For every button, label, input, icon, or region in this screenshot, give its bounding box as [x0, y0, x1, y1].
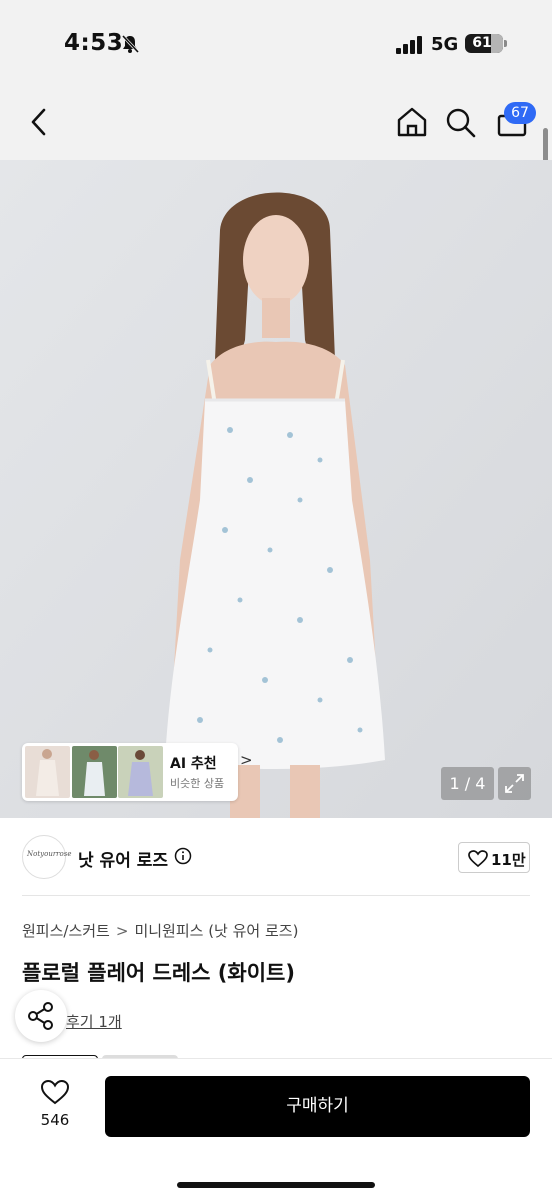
- signal-icon: [396, 36, 422, 54]
- share-icon: [28, 1002, 53, 1030]
- back-button[interactable]: [22, 102, 58, 142]
- heart-icon: [468, 850, 488, 868]
- ai-recommend-card[interactable]: AI 추천 > 비슷한 상품: [22, 743, 253, 801]
- seller-logo[interactable]: Notyourrose: [22, 835, 72, 879]
- share-button[interactable]: [15, 990, 67, 1042]
- similar-product-thumb[interactable]: [25, 746, 70, 798]
- image-counter: 1 / 4: [441, 767, 494, 800]
- review-link[interactable]: 후기 1개: [66, 1011, 122, 1032]
- chevron-right-icon: >: [240, 751, 253, 769]
- status-time: 4:53: [64, 30, 124, 56]
- expand-icon: [505, 774, 524, 793]
- product-image[interactable]: AI 추천 > 비슷한 상품 1 / 4: [0, 160, 552, 818]
- top-header: 4:53 5G 61 67: [0, 0, 552, 160]
- home-button[interactable]: [394, 102, 430, 142]
- product-title: 플로럴 플레어 드레스 (화이트): [22, 961, 295, 985]
- similar-product-thumb[interactable]: [72, 746, 117, 798]
- silent-bell-icon: [121, 34, 140, 54]
- battery-icon: 61: [465, 34, 507, 53]
- divider: [22, 895, 530, 896]
- back-icon: [31, 108, 46, 136]
- battery-level: 61: [472, 35, 492, 51]
- expand-button[interactable]: [498, 767, 531, 800]
- ai-recommend-title: AI 추천: [170, 756, 217, 772]
- cart-count-badge: 67: [504, 102, 536, 124]
- search-button[interactable]: [443, 102, 479, 142]
- search-icon: [446, 108, 476, 138]
- chevron-right-icon: >: [115, 921, 129, 940]
- ai-recommend-subtitle: 비슷한 상품: [170, 777, 225, 790]
- breadcrumb-subcategory[interactable]: 미니원피스 (낫 유어 로즈): [134, 922, 298, 940]
- info-icon[interactable]: [174, 847, 192, 865]
- breadcrumb: 원피스/스커트 > 미니원피스 (낫 유어 로즈): [22, 920, 298, 941]
- heart-icon: [40, 1079, 70, 1105]
- wish-count: 546: [40, 1111, 70, 1129]
- home-icon: [397, 107, 427, 137]
- similar-product-thumb[interactable]: [118, 746, 163, 798]
- buy-button[interactable]: 구매하기: [105, 1076, 530, 1137]
- seller-like-button[interactable]: 11만: [458, 842, 530, 873]
- home-indicator: [177, 1182, 375, 1188]
- network-type: 5G: [431, 34, 459, 55]
- seller-logo-text: Notyourrose: [27, 850, 72, 858]
- seller-like-count: 11만: [491, 851, 526, 869]
- model-photo: [0, 160, 552, 818]
- breadcrumb-category[interactable]: 원피스/스커트: [22, 922, 110, 940]
- seller-name[interactable]: 낫 유어 로즈: [78, 846, 168, 871]
